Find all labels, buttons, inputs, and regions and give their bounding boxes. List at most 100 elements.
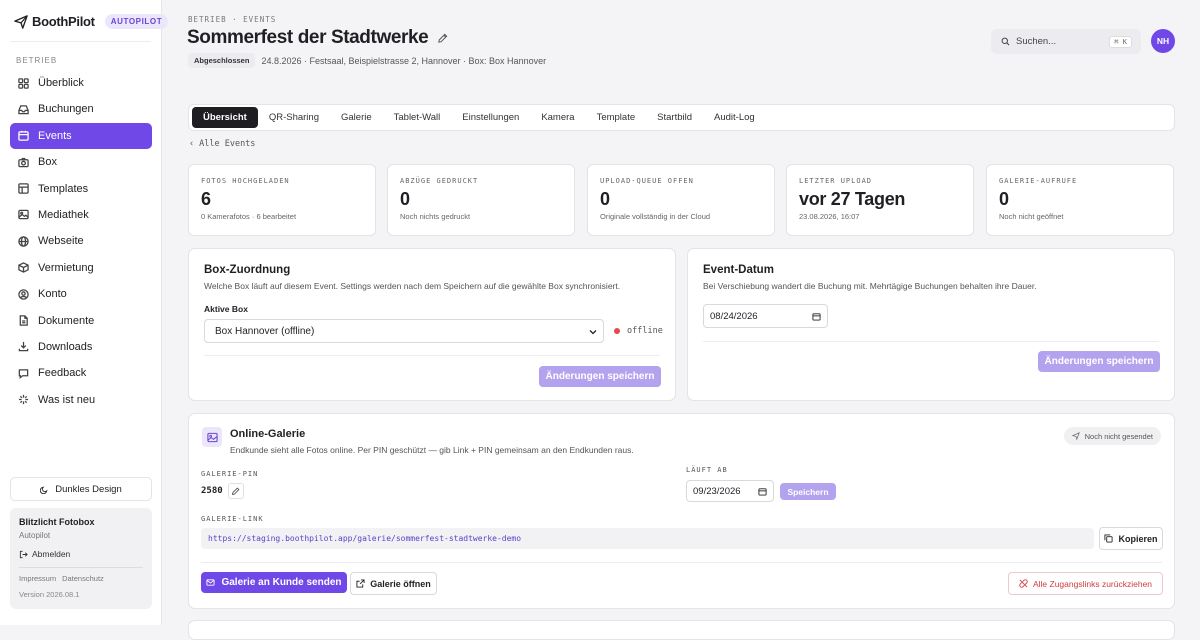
pin-row: 2580 bbox=[201, 483, 244, 499]
stat-label: FOTOS HOCHGELADEN bbox=[201, 177, 290, 185]
tab-qr-sharing[interactable]: QR-Sharing bbox=[258, 107, 330, 128]
copy-link-button[interactable]: Kopieren bbox=[1099, 527, 1163, 550]
stat-card-prints: ABZÜGE GEDRUCKT 0 Noch nichts gedruckt bbox=[387, 164, 575, 236]
sidebar-item-label: Webseite bbox=[38, 235, 84, 248]
stat-sub: Noch nicht geöffnet bbox=[999, 212, 1064, 221]
link-label: GALERIE-LINK bbox=[201, 515, 264, 523]
tab-tablet-wall[interactable]: Tablet-Wall bbox=[383, 107, 452, 128]
mail-icon bbox=[206, 579, 216, 586]
sidebar-item-label: Box bbox=[38, 156, 57, 169]
sidebar-item-label: Mediathek bbox=[38, 208, 89, 221]
sidebar-item-label: Downloads bbox=[38, 340, 93, 353]
sidebar-item-label: Dokumente bbox=[38, 314, 95, 327]
sidebar-item-box[interactable]: Box bbox=[10, 149, 152, 175]
calendar-icon[interactable] bbox=[812, 312, 821, 321]
download-icon bbox=[18, 342, 29, 352]
package-icon bbox=[18, 262, 29, 274]
sidebar-item-webseite[interactable]: Webseite bbox=[10, 228, 152, 254]
dark-mode-button[interactable]: Dunkles Design bbox=[10, 477, 152, 501]
link-off-icon bbox=[1019, 579, 1028, 588]
sidebar-item-label: Templates bbox=[38, 182, 89, 195]
event-date-card: Event-Datum Bei Verschiebung wandert die… bbox=[687, 248, 1175, 401]
stat-label: LETZTER UPLOAD bbox=[799, 177, 873, 185]
search-shortcut: ⌘ K bbox=[1109, 36, 1132, 48]
pin-value: 2580 bbox=[201, 486, 223, 496]
box-select[interactable]: Box Hannover (offline) bbox=[204, 319, 604, 343]
sidebar-item-konto[interactable]: Konto bbox=[10, 281, 152, 307]
expires-date-input[interactable]: 09/23/2026 bbox=[686, 480, 774, 502]
account-plan: Autopilot bbox=[19, 531, 51, 540]
sidebar-item-mediathek[interactable]: Mediathek bbox=[10, 202, 152, 228]
sidebar-item-buchungen[interactable]: Buchungen bbox=[10, 96, 152, 122]
account-name: Blitzlicht Fotobox bbox=[19, 517, 95, 527]
image-icon bbox=[206, 432, 218, 442]
inbox-icon bbox=[18, 105, 29, 115]
stat-value: 0 bbox=[999, 189, 1009, 209]
pencil-icon bbox=[232, 487, 240, 495]
sidebar-item-label: Vermietung bbox=[38, 261, 94, 274]
sidebar-item-downloads[interactable]: Downloads bbox=[10, 334, 152, 360]
card-description: Welche Box läuft auf diesem Event. Setti… bbox=[204, 281, 621, 291]
sidebar-item-label: Überblick bbox=[38, 77, 84, 89]
stat-label: GALERIE-AUFRUFE bbox=[999, 177, 1078, 185]
copy-link-label: Kopieren bbox=[1118, 533, 1158, 544]
save-box-button[interactable]: Änderungen speichern bbox=[539, 366, 661, 387]
calendar-icon[interactable] bbox=[758, 487, 767, 496]
camera-icon bbox=[18, 157, 29, 167]
sidebar-nav: Überblick Buchungen Events Box Templates… bbox=[10, 70, 152, 413]
tab-einstellungen[interactable]: Einstellungen bbox=[451, 107, 530, 128]
save-expiry-button[interactable]: Speichern bbox=[780, 483, 836, 500]
tab-ubersicht[interactable]: Übersicht bbox=[192, 107, 258, 128]
divider bbox=[703, 341, 1159, 342]
back-to-events-link[interactable]: ‹ Alle Events bbox=[189, 139, 255, 149]
sidebar-item-events[interactable]: Events bbox=[10, 122, 152, 149]
privacy-link[interactable]: Datenschutz bbox=[62, 574, 104, 583]
divider bbox=[10, 41, 151, 42]
gallery-link-field[interactable]: https://staging.boothpilot.app/galerie/s… bbox=[201, 528, 1094, 549]
user-circle-icon bbox=[18, 288, 29, 300]
search-input[interactable]: Suchen... ⌘ K bbox=[991, 29, 1141, 54]
stat-card-upload-queue: UPLOAD-QUEUE OFFEN 0 Originale vollständ… bbox=[587, 164, 775, 236]
tab-startbild[interactable]: Startbild bbox=[646, 107, 703, 128]
stat-card-last-upload: LETZTER UPLOAD vor 27 Tagen 23.08.2026, … bbox=[786, 164, 974, 236]
sidebar-item-was-ist-neu[interactable]: Was ist neu bbox=[10, 387, 152, 413]
stat-card-photos: FOTOS HOCHGELADEN 6 0 Kamerafotos · 6 be… bbox=[188, 164, 376, 236]
search-icon bbox=[1001, 37, 1010, 46]
globe-icon bbox=[18, 236, 29, 247]
event-date-input[interactable]: 08/24/2026 bbox=[703, 304, 828, 328]
pencil-icon[interactable] bbox=[437, 33, 448, 44]
copy-icon bbox=[1104, 534, 1114, 543]
save-date-button[interactable]: Änderungen speichern bbox=[1038, 351, 1160, 372]
stat-label: UPLOAD-QUEUE OFFEN bbox=[600, 177, 694, 185]
tab-template[interactable]: Template bbox=[586, 107, 647, 128]
tab-galerie[interactable]: Galerie bbox=[330, 107, 383, 128]
field-label: Aktive Box bbox=[204, 304, 248, 314]
revoke-links-button[interactable]: Alle Zugangslinks zurückziehen bbox=[1008, 572, 1163, 595]
divider bbox=[19, 567, 143, 568]
edit-pin-button[interactable] bbox=[227, 483, 244, 499]
card-title: Box-Zuordnung bbox=[204, 264, 291, 276]
sidebar-item-uberblick[interactable]: Überblick bbox=[10, 70, 152, 96]
tab-audit-log[interactable]: Audit-Log bbox=[703, 107, 766, 128]
sidebar-item-dokumente[interactable]: Dokumente bbox=[10, 308, 152, 334]
pin-label: GALERIE-PIN bbox=[201, 470, 259, 478]
avatar[interactable]: NH bbox=[1151, 29, 1175, 53]
imprint-link[interactable]: Impressum bbox=[19, 574, 56, 583]
box-status-text: offline bbox=[627, 326, 663, 336]
sidebar-item-feedback[interactable]: Feedback bbox=[10, 360, 152, 386]
tab-kamera[interactable]: Kamera bbox=[530, 107, 585, 128]
card-description: Bei Verschiebung wandert die Buchung mit… bbox=[703, 281, 1037, 291]
tab-bar: Übersicht QR-Sharing Galerie Tablet-Wall… bbox=[188, 104, 1175, 131]
sidebar-item-vermietung[interactable]: Vermietung bbox=[10, 255, 152, 281]
expires-date-value: 09/23/2026 bbox=[693, 485, 741, 497]
box-assignment-card: Box-Zuordnung Welche Box läuft auf diese… bbox=[188, 248, 676, 401]
send-gallery-button[interactable]: Galerie an Kunde senden bbox=[201, 572, 347, 593]
box-status: offline bbox=[614, 326, 663, 336]
sidebar-item-templates[interactable]: Templates bbox=[10, 176, 152, 202]
open-gallery-button[interactable]: Galerie öffnen bbox=[350, 572, 437, 595]
brand-name: BoothPilot bbox=[32, 14, 95, 29]
brand-logo[interactable]: BoothPilot AUTOPILOT bbox=[14, 14, 169, 29]
logout-button[interactable]: Abmelden bbox=[19, 549, 143, 559]
send-icon bbox=[1071, 432, 1080, 440]
file-icon bbox=[19, 315, 28, 326]
